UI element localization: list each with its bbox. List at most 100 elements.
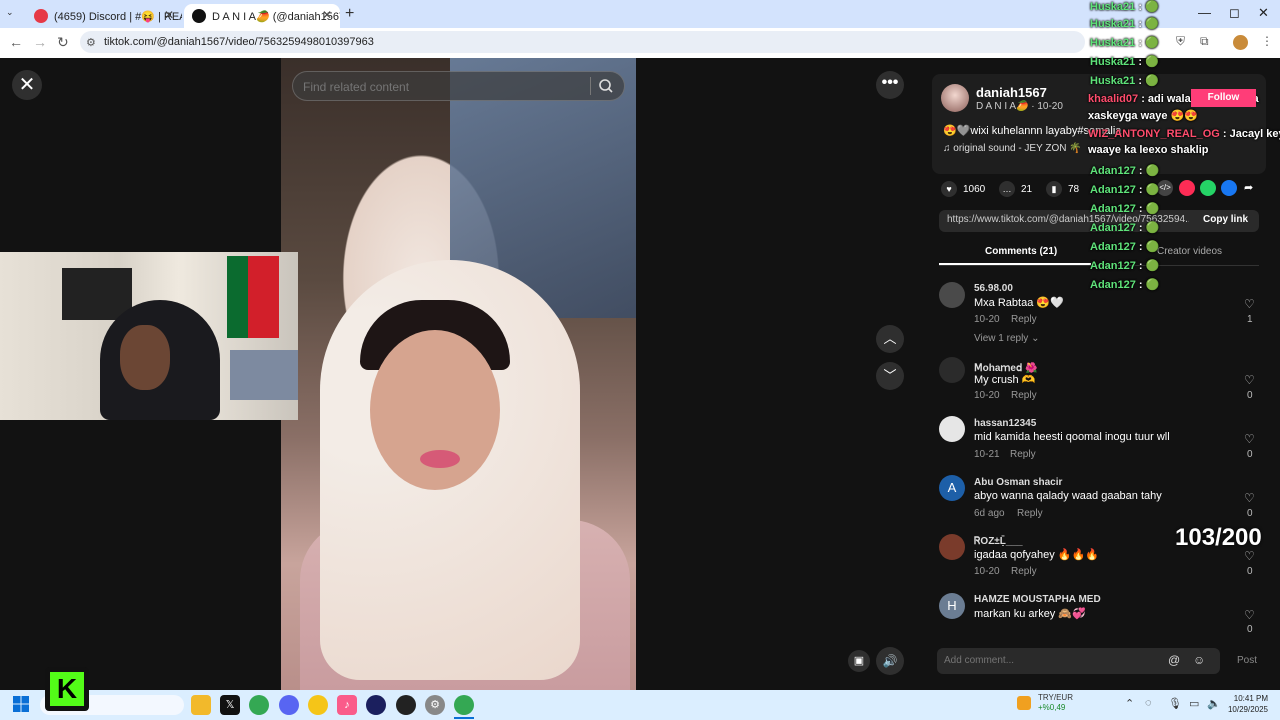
reply-button[interactable]: Reply [1011,566,1037,577]
comment-like-count: 0 [1247,624,1253,635]
emoji-icon[interactable]: ☺ [1193,653,1205,667]
reply-button[interactable]: Reply [1017,508,1043,519]
tray-app-icon[interactable]: ◌ [1145,697,1152,709]
currency-widget-icon[interactable] [1017,696,1031,710]
close-viewer-button[interactable]: ✕ [12,70,42,100]
like-stat[interactable]: ♥ 1060 [941,181,985,197]
system-clock[interactable]: 10:41 PM 10/29/2025 [1224,693,1268,715]
music-icon[interactable]: ♪ [337,695,357,715]
currency-widget[interactable]: TRY/EUR +%0,49 [1038,693,1073,713]
url-text[interactable]: tiktok.com/@daniah1567/video/75632594980… [104,36,374,48]
maximize-icon[interactable]: ◻ [1229,5,1240,21]
forward-icon[interactable]: → [33,34,47,50]
send-icon[interactable] [1179,180,1195,196]
comment-input[interactable] [944,655,1144,666]
whatsapp-icon[interactable] [1200,180,1216,196]
reply-button[interactable]: Reply [1011,314,1037,325]
chat-text: xaskeyga waye 😍😍 [1088,110,1198,122]
settings-icon[interactable]: ⚙ [425,695,445,715]
currency-change: +%0,49 [1038,703,1066,712]
app-icon[interactable] [396,695,416,715]
author-avatar[interactable] [941,84,969,112]
comment-text: My crush 🫶 [974,374,1036,386]
embed-icon[interactable]: </> [1157,180,1173,196]
tab-discord[interactable]: (4659) Discord | #😝 | REACTI ✕ [26,4,182,28]
close-tab-icon[interactable]: ✕ [164,8,174,22]
comment-username[interactable]: Ⅿоhаｍеⅾ 🌺 [974,359,1038,374]
post-sound[interactable]: ♫ original sound - JEY ZON 🌴 [943,143,1082,154]
window-close-icon[interactable]: ✕ [1258,5,1269,21]
reply-button[interactable]: Reply [1011,390,1037,401]
discord-icon[interactable] [279,695,299,715]
microphone-icon[interactable]: 🎙 [1168,697,1182,710]
comment-username[interactable]: hassan12345 [974,418,1036,429]
next-video-button[interactable]: ﹀ [876,362,904,390]
copy-link-button[interactable]: Copy link [1203,214,1248,225]
comment-username[interactable]: 56.98.00 [974,283,1013,294]
comment-username[interactable]: ᏒOZ±Ḹ___ [974,536,1023,547]
comment-like-icon[interactable]: ♡ [1244,432,1255,446]
app-icon[interactable] [308,695,328,715]
volume-icon[interactable]: 🔊 [876,647,904,675]
menu-dots-icon[interactable]: ⋮ [1261,34,1273,48]
related-search-input[interactable] [303,80,573,94]
picture-in-picture-icon[interactable]: ▣ [848,650,870,672]
comment-like-icon[interactable]: ♡ [1244,297,1255,311]
search-divider [590,77,591,95]
facebook-icon[interactable] [1221,180,1237,196]
comment-avatar[interactable]: A [939,475,965,501]
chrome-icon[interactable] [249,695,269,715]
comment-like-icon[interactable]: ♡ [1244,491,1255,505]
new-tab-button[interactable]: + [345,5,354,23]
view-replies-button[interactable]: View 1 reply ⌄ [974,333,1039,344]
close-tab-icon[interactable]: ✕ [322,8,332,22]
clock-time: 10:41 PM [1233,694,1268,703]
reply-button[interactable]: Reply [1010,449,1036,460]
tab-creator-videos[interactable]: Creator videos [1157,246,1222,257]
chrome-icon[interactable] [454,695,474,715]
save-stat[interactable]: ▮ 78 [1046,181,1079,197]
speaker-icon[interactable]: 🔈 [1207,697,1221,710]
comment-text: igadaa qofyahey 🔥🔥🔥 [974,549,1099,561]
x-app-icon[interactable]: 𝕏 [220,695,240,715]
reload-icon[interactable]: ↻ [57,34,69,51]
network-icon[interactable]: ▭ [1189,697,1199,710]
author-name[interactable]: daniah1567 [976,85,1047,100]
comment-avatar[interactable] [939,282,965,308]
tab-tiktok[interactable]: D A N I A🥭 (@daniah1567) | T ✕ [184,4,340,28]
comment-like-icon[interactable]: ♡ [1244,373,1255,387]
author-meta: D A N I A🥭 · 10-20 [976,101,1063,112]
obs-icon[interactable] [366,695,386,715]
chat-username: Huska21 [1090,18,1136,30]
tray-chevron-icon[interactable]: ⌃ [1125,697,1134,710]
shield-extension-icon[interactable]: ⛨ [1176,34,1185,49]
search-icon[interactable] [598,78,614,94]
file-explorer-icon[interactable] [191,695,211,715]
share-icon[interactable]: ➦ [1244,181,1253,194]
comment-avatar[interactable] [939,416,965,442]
site-info-icon[interactable]: ⚙ [86,36,96,49]
back-icon[interactable]: ← [9,34,23,50]
profile-avatar[interactable] [1233,35,1248,50]
comment-icon: … [999,181,1015,197]
comment-username[interactable]: Abu Osman shacir [974,477,1062,488]
follow-badge: Follow [1191,89,1256,107]
mention-icon[interactable]: @ [1168,653,1180,667]
post-comment-button[interactable]: Post [1237,655,1257,666]
comment-username[interactable]: HAMZE MOUSTAPHA MED [974,594,1101,605]
comment-avatar[interactable] [939,534,965,560]
comment-date: 10-20 [974,390,1000,401]
previous-video-button[interactable]: ︿ [876,325,904,353]
tab-search-icon[interactable]: ⌄ [6,7,20,21]
tab-comments[interactable]: Comments (21) [985,246,1057,257]
comment-avatar[interactable] [939,357,965,383]
comment-like-icon[interactable]: ♡ [1244,608,1255,622]
chat-text: : Jacayl key [1219,128,1280,140]
minimize-icon[interactable]: — [1198,5,1211,20]
comment-avatar[interactable]: H [939,593,965,619]
extensions-icon[interactable]: ⧉ [1200,34,1209,49]
more-options-button[interactable]: ••• [876,71,904,99]
comment-stat[interactable]: … 21 [999,181,1032,197]
clock-date: 10/29/2025 [1227,705,1268,714]
windows-start-icon[interactable] [13,696,29,712]
